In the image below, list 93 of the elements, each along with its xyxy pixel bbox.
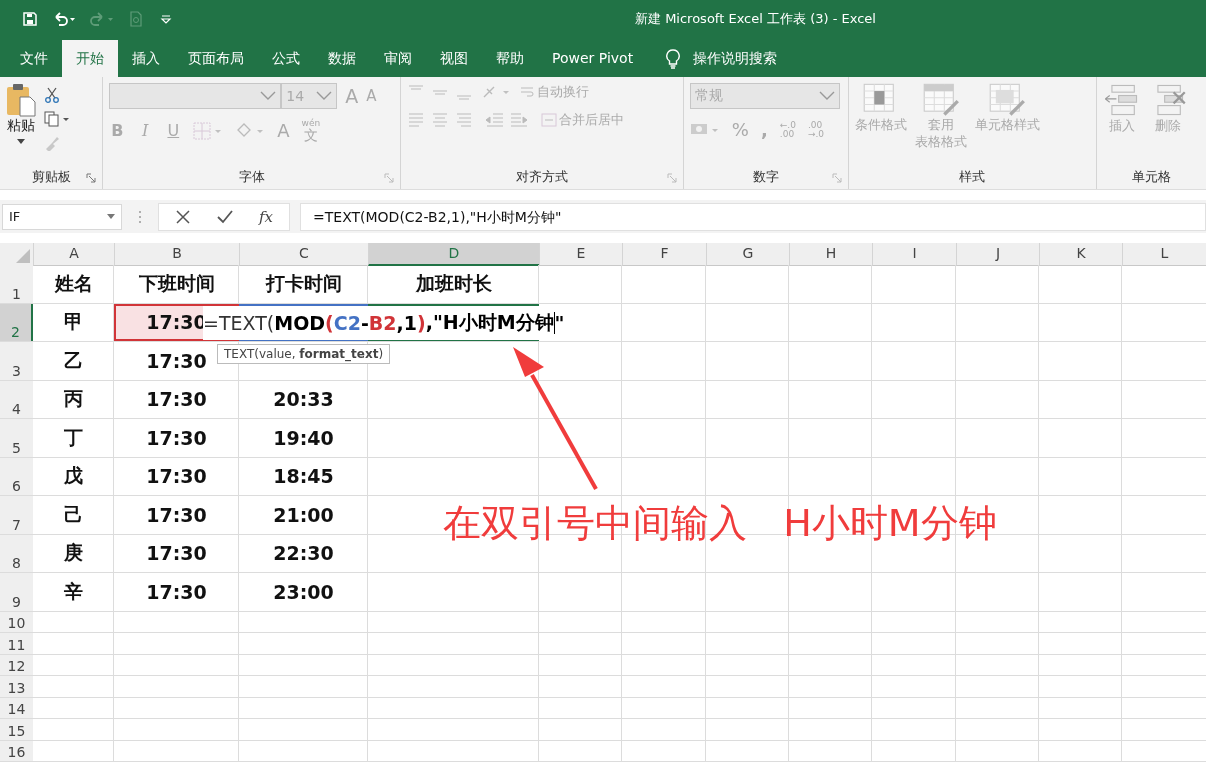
table-cell-text: 姓名 [53, 270, 94, 296]
table-cell-text: 辛 [63, 578, 84, 604]
table-cell-text: 甲 [63, 309, 84, 335]
name-box[interactable]: IF [2, 203, 122, 230]
ribbon-tab[interactable]: 文件 [6, 40, 62, 77]
chevron-icon [316, 91, 333, 101]
table-cell-text: 17:30 [145, 464, 208, 490]
table-cell-text: 己 [63, 501, 84, 527]
align-lines-icon[interactable] [407, 111, 473, 129]
table-cell-text: 庚 [63, 540, 84, 566]
window-title: 新建 Microsoft Excel 工作表 (3) - Excel [635, 10, 876, 28]
row-header[interactable]: 4 [0, 380, 33, 418]
ribbon-tab[interactable]: 审阅 [370, 40, 426, 77]
dialog-launcher-icon[interactable] [666, 173, 677, 183]
ribbon-tab[interactable]: 视图 [426, 40, 482, 77]
caret-icon [17, 139, 25, 144]
group-label: 对齐方式 [515, 168, 568, 186]
table-cell-text: 下班时间 [137, 270, 216, 296]
ribbon-tab[interactable]: 开始 [62, 40, 118, 77]
scissors-icon[interactable] [44, 87, 60, 103]
table-cell-text: 打卡时间 [264, 270, 343, 296]
save-icon[interactable] [22, 11, 38, 27]
row-header[interactable]: 12 [0, 654, 33, 675]
group-label: 剪贴板 [31, 168, 71, 186]
row-header[interactable]: 5 [0, 419, 33, 457]
table-cell-text: 21:00 [272, 502, 335, 528]
function-tooltip: TEXT(value, format_text) [217, 343, 391, 364]
table-cell-text: 17:30 [145, 425, 208, 451]
dialog-launcher-icon[interactable] [86, 173, 97, 183]
paste-button[interactable]: 粘贴 [6, 83, 36, 165]
indent-icon[interactable] [485, 111, 529, 129]
dialog-launcher-icon[interactable] [384, 173, 394, 183]
row-header[interactable]: 7 [0, 496, 33, 534]
row-header[interactable]: 13 [0, 676, 33, 697]
formula-input[interactable]: =TEXT(MOD(C2-B2,1),"H小时M分钟" [300, 202, 1206, 231]
copy-icon[interactable] [44, 111, 70, 127]
clipboard-icon [6, 83, 36, 117]
wrap-text-icon [519, 84, 535, 100]
table-cell-text: 20:33 [272, 387, 335, 413]
insert-function-button[interactable]: fx [259, 207, 273, 226]
merge-icon [541, 112, 557, 128]
ribbon-tab[interactable]: 帮助 [482, 40, 538, 77]
table-cell-text: 18:45 [272, 464, 335, 490]
table-cell-text: 丙 [63, 386, 84, 412]
group-label: 数字 [752, 168, 779, 186]
annotation-text: 在双引号中间输入 H小时M分钟 [443, 500, 997, 547]
table-cell-text: 17:30 [145, 387, 208, 413]
borders-icon[interactable] [193, 121, 224, 140]
table-cell-text: 17:30 [145, 579, 208, 605]
row-header[interactable]: 16 [0, 740, 33, 761]
table-cell-text: 戊 [63, 463, 84, 489]
print-preview-icon[interactable] [128, 11, 144, 27]
table-cell-text: 22:30 [272, 541, 335, 567]
redo-icon[interactable] [90, 11, 114, 27]
row-header[interactable]: 11 [0, 633, 33, 654]
group-label: 样式 [959, 168, 986, 186]
chevron-icon [260, 91, 277, 101]
group-label: 单元格 [1131, 168, 1171, 186]
chevron-icon [818, 91, 835, 101]
grid-brush-icon [921, 83, 960, 117]
table-cell-text: 17:30 [145, 541, 208, 567]
row-header[interactable]: 10 [0, 611, 33, 632]
check-icon[interactable] [217, 208, 233, 225]
table-cell-text: 23:00 [272, 579, 335, 605]
dialog-launcher-icon[interactable] [831, 173, 842, 183]
ribbon-tab[interactable]: 插入 [118, 40, 174, 77]
undo-icon[interactable] [52, 11, 76, 27]
lightbulb-icon [665, 48, 682, 69]
row-header[interactable]: 8 [0, 534, 33, 572]
row-header[interactable]: 15 [0, 719, 33, 740]
cancel-icon[interactable] [175, 208, 191, 225]
ribbon-tab[interactable]: 数据 [314, 40, 370, 77]
tell-me-search[interactable]: 操作说明搜索 [665, 40, 778, 77]
table-cell-text: 加班时长 [414, 270, 493, 296]
column-header[interactable]: D [368, 243, 539, 266]
table-cell-text: 丁 [63, 424, 84, 450]
row-header[interactable]: 2 [0, 303, 33, 341]
group-label: 字体 [238, 168, 265, 186]
row-header[interactable]: 3 [0, 342, 33, 380]
row-header[interactable]: 6 [0, 457, 33, 495]
row-header[interactable]: 14 [0, 697, 33, 718]
caret-icon [107, 214, 115, 219]
row-header[interactable]: 1 [0, 265, 33, 303]
table-cell-text: 19:40 [272, 425, 335, 451]
ribbon-tab[interactable]: 公式 [258, 40, 314, 77]
ribbon-tab[interactable]: Power Pivot [538, 40, 648, 77]
ribbon-tab[interactable]: 页面布局 [174, 40, 258, 77]
grid-brush-icon [988, 83, 1027, 117]
align-lines-icon[interactable] [407, 83, 473, 101]
more-icon [138, 209, 142, 224]
table-cell-text: 乙 [63, 347, 84, 373]
table-cell-text: 17:30 [145, 502, 208, 528]
row-header[interactable]: 9 [0, 573, 33, 611]
